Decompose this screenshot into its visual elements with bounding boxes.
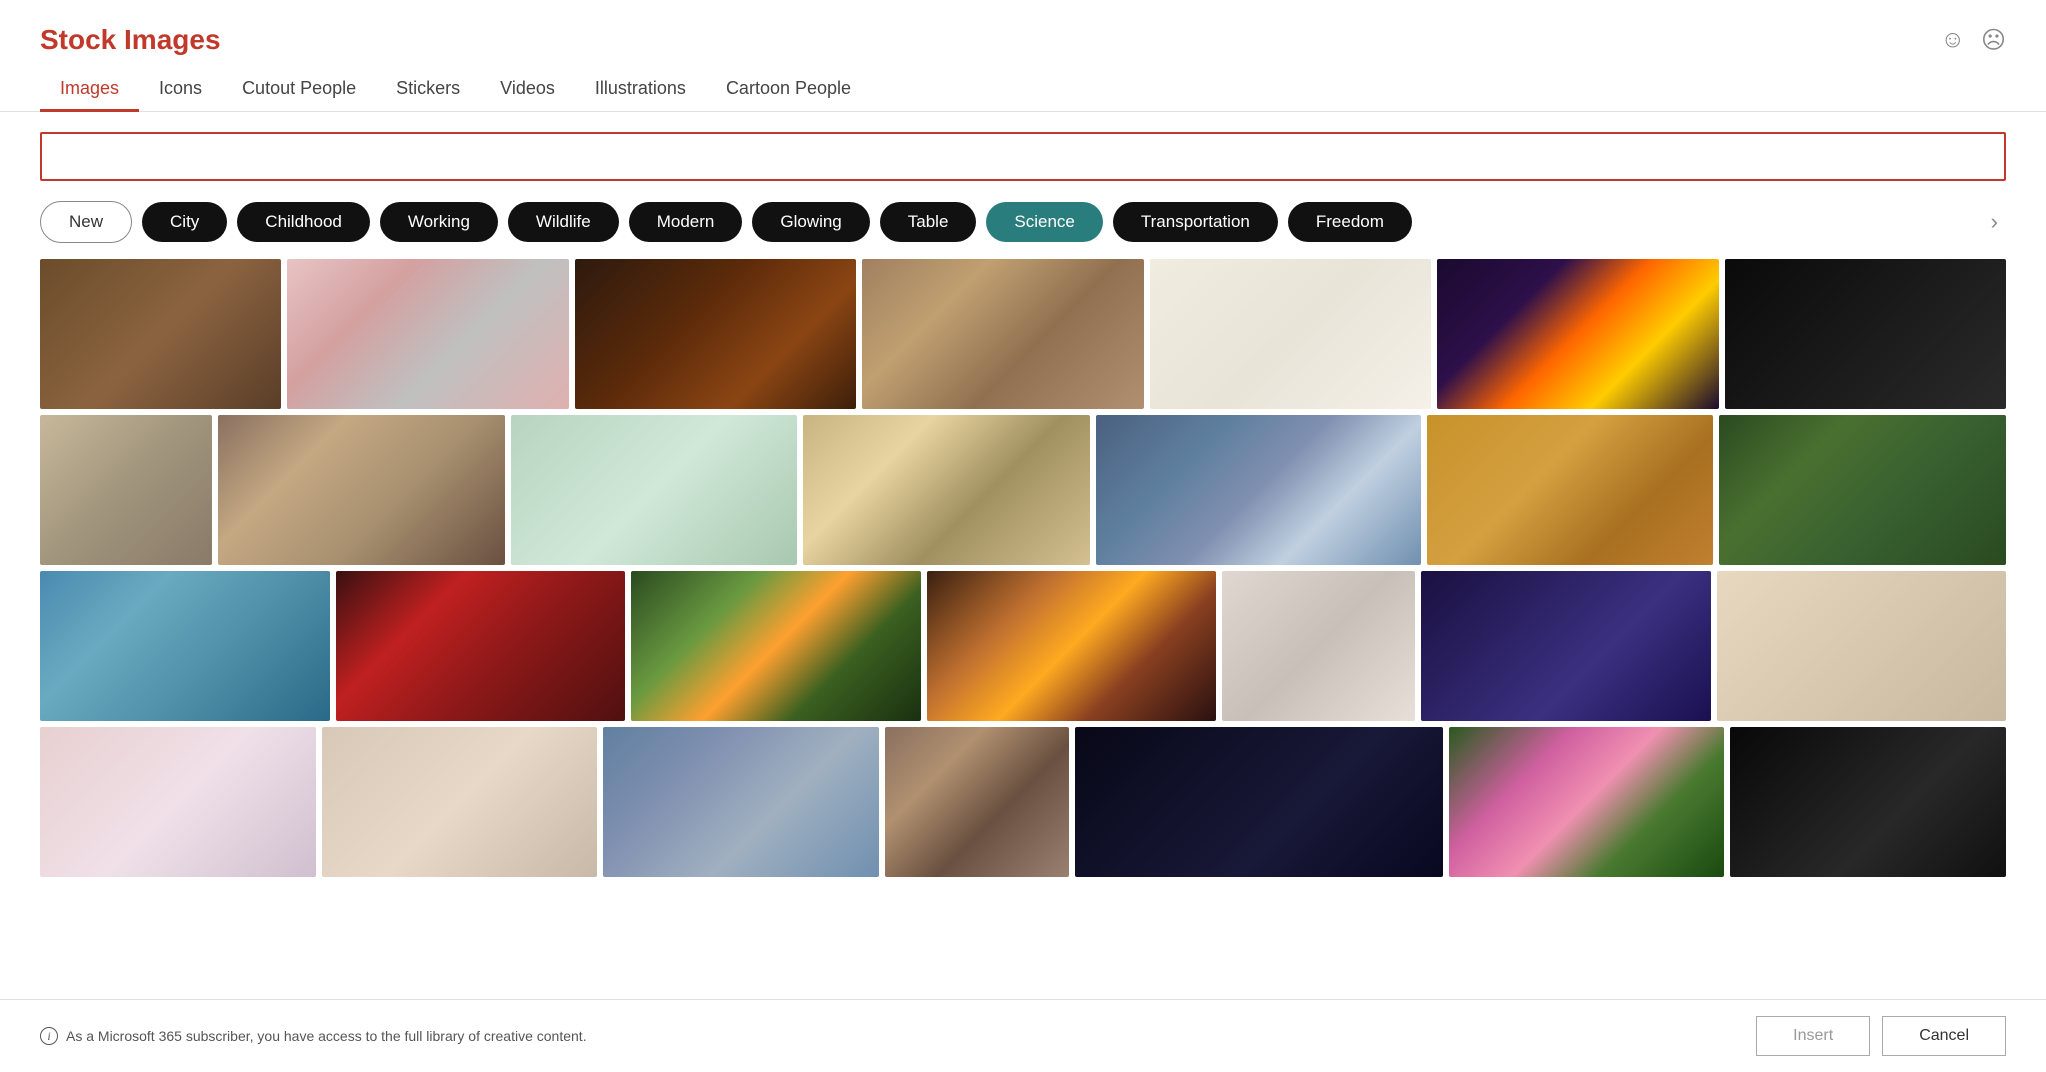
- image-item[interactable]: [631, 571, 921, 721]
- image-item[interactable]: [1427, 415, 1714, 565]
- filter-glowing[interactable]: Glowing: [752, 202, 869, 242]
- dialog-header: Stock Images ☺ ☹: [0, 0, 2046, 56]
- image-row-3: [40, 571, 2006, 721]
- image-item[interactable]: [1719, 415, 2006, 565]
- cancel-button[interactable]: Cancel: [1882, 1016, 2006, 1056]
- insert-button[interactable]: Insert: [1756, 1016, 1870, 1056]
- image-item[interactable]: [1222, 571, 1415, 721]
- tab-icons[interactable]: Icons: [139, 68, 222, 112]
- image-item[interactable]: [1730, 727, 2006, 877]
- image-item[interactable]: [1421, 571, 1711, 721]
- image-item[interactable]: [218, 415, 505, 565]
- info-icon: i: [40, 1027, 58, 1045]
- tab-cartoon-people[interactable]: Cartoon People: [706, 68, 871, 112]
- image-row-4: [40, 727, 2006, 877]
- image-item[interactable]: [575, 259, 856, 409]
- tab-images[interactable]: Images: [40, 68, 139, 112]
- image-item[interactable]: [1725, 259, 2006, 409]
- image-item[interactable]: [1096, 415, 1421, 565]
- footer-info: i As a Microsoft 365 subscriber, you hav…: [40, 1027, 587, 1045]
- image-grid: [0, 259, 2046, 999]
- image-item[interactable]: [603, 727, 879, 877]
- header-icons: ☺ ☹: [1940, 26, 2006, 55]
- tab-stickers[interactable]: Stickers: [376, 68, 480, 112]
- image-item[interactable]: [1717, 571, 2007, 721]
- search-input[interactable]: [42, 134, 2004, 179]
- image-row-2: [40, 415, 2006, 565]
- search-bar: [40, 132, 2006, 181]
- filter-city[interactable]: City: [142, 202, 227, 242]
- filter-row: New City Childhood Working Wildlife Mode…: [0, 201, 2046, 259]
- image-item[interactable]: [1437, 259, 1718, 409]
- filter-wildlife[interactable]: Wildlife: [508, 202, 619, 242]
- image-item[interactable]: [1150, 259, 1431, 409]
- image-item[interactable]: [1075, 727, 1443, 877]
- footer: i As a Microsoft 365 subscriber, you hav…: [0, 999, 2046, 1072]
- tab-illustrations[interactable]: Illustrations: [575, 68, 706, 112]
- footer-buttons: Insert Cancel: [1756, 1016, 2006, 1056]
- image-item[interactable]: [1449, 727, 1725, 877]
- filter-working[interactable]: Working: [380, 202, 498, 242]
- image-item[interactable]: [336, 571, 626, 721]
- filter-next-arrow[interactable]: ›: [1983, 205, 2006, 239]
- image-item[interactable]: [40, 727, 316, 877]
- image-item[interactable]: [803, 415, 1090, 565]
- filter-table[interactable]: Table: [880, 202, 977, 242]
- filter-new[interactable]: New: [40, 201, 132, 243]
- filter-childhood[interactable]: Childhood: [237, 202, 370, 242]
- smile-icon[interactable]: ☺: [1940, 26, 1965, 55]
- tab-bar: Images Icons Cutout People Stickers Vide…: [0, 56, 2046, 112]
- filter-science[interactable]: Science: [986, 202, 1102, 242]
- filter-modern[interactable]: Modern: [629, 202, 743, 242]
- dialog-title: Stock Images: [40, 24, 221, 56]
- footer-info-text: As a Microsoft 365 subscriber, you have …: [66, 1028, 587, 1044]
- image-item[interactable]: [511, 415, 798, 565]
- image-item[interactable]: [40, 259, 281, 409]
- tab-videos[interactable]: Videos: [480, 68, 575, 112]
- image-item[interactable]: [287, 259, 568, 409]
- image-item[interactable]: [40, 415, 212, 565]
- image-item[interactable]: [40, 571, 330, 721]
- image-item[interactable]: [885, 727, 1069, 877]
- frown-icon[interactable]: ☹: [1981, 26, 2006, 55]
- image-row-1: [40, 259, 2006, 409]
- stock-images-dialog: Stock Images ☺ ☹ Images Icons Cutout Peo…: [0, 0, 2046, 1072]
- image-item[interactable]: [862, 259, 1143, 409]
- filter-transportation[interactable]: Transportation: [1113, 202, 1278, 242]
- filter-freedom[interactable]: Freedom: [1288, 202, 1412, 242]
- tab-cutout-people[interactable]: Cutout People: [222, 68, 376, 112]
- image-item[interactable]: [322, 727, 598, 877]
- image-item[interactable]: [927, 571, 1217, 721]
